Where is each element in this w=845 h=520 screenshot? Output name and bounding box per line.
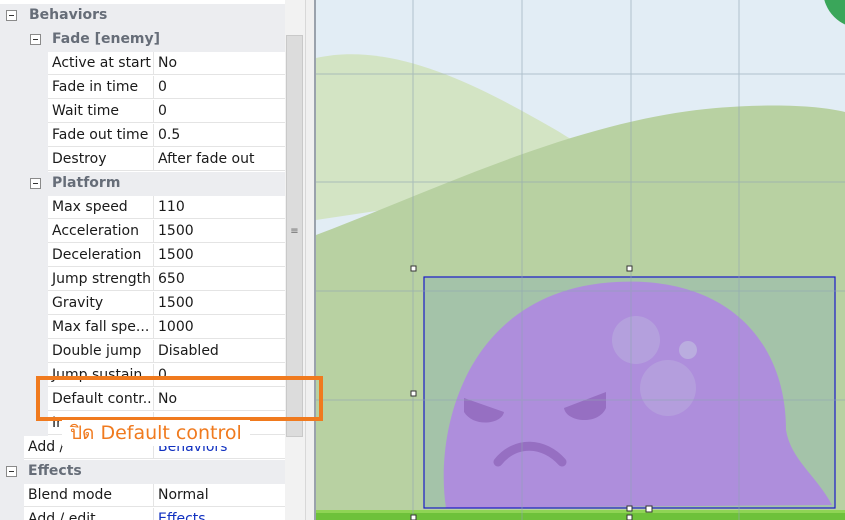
prop-name: Deceleration: [48, 244, 153, 267]
prop-value[interactable]: 0: [153, 76, 285, 99]
platform-header-label: Platform: [52, 175, 121, 191]
prop-name: Blend mode: [24, 484, 153, 507]
behaviors-header-label: Behaviors: [29, 7, 108, 23]
prop-row-max-fall-speed[interactable]: Max fall spe... 1000: [0, 316, 285, 340]
fade-header-label: Fade [enemy]: [52, 31, 161, 47]
prop-value[interactable]: 1500: [153, 292, 285, 315]
prop-value[interactable]: Disabled: [153, 340, 285, 363]
prop-value[interactable]: After fade out: [153, 148, 285, 171]
annotation-highlight: [36, 376, 323, 421]
prop-row-jump-strength[interactable]: Jump strength 650: [0, 268, 285, 292]
prop-value[interactable]: 0.5: [153, 124, 285, 147]
prop-name: Jump strength: [48, 268, 153, 291]
prop-row-destroy[interactable]: Destroy After fade out: [0, 148, 285, 172]
prop-name: Max fall spe...: [48, 316, 153, 339]
prop-row-add-edit-effects[interactable]: Add / edit Effects: [0, 508, 285, 520]
prop-name: Max speed: [48, 196, 153, 219]
prop-value[interactable]: 1000: [153, 316, 285, 339]
prop-name: Wait time: [48, 100, 153, 123]
prop-name: Acceleration: [48, 220, 153, 243]
prop-row-fade-in-time[interactable]: Fade in time 0: [0, 76, 285, 100]
grip-icon: ≡: [290, 226, 299, 237]
layout-canvas[interactable]: [316, 0, 845, 520]
collapse-icon[interactable]: [6, 10, 17, 21]
prop-value[interactable]: 650: [153, 268, 285, 291]
selection-box: [423, 276, 836, 509]
prop-value[interactable]: 1500: [153, 220, 285, 243]
prop-value[interactable]: 0: [153, 100, 285, 123]
prop-row-active-at-start[interactable]: Active at start No: [0, 52, 285, 76]
prop-row-acceleration[interactable]: Acceleration 1500: [0, 220, 285, 244]
prop-name: Fade out time: [48, 124, 153, 147]
behaviors-group-header[interactable]: Behaviors: [0, 4, 285, 28]
collapse-icon[interactable]: [30, 178, 41, 189]
platform-group-header[interactable]: Platform: [0, 172, 285, 196]
prop-value[interactable]: No: [153, 52, 285, 75]
prop-name: Fade in time: [48, 76, 153, 99]
prop-row-max-speed[interactable]: Max speed 110: [0, 196, 285, 220]
prop-row-double-jump[interactable]: Double jump Disabled: [0, 340, 285, 364]
prop-value[interactable]: Normal: [153, 484, 285, 507]
prop-value[interactable]: 110: [153, 196, 285, 219]
prop-row-wait-time[interactable]: Wait time 0: [0, 100, 285, 124]
prop-value[interactable]: 1500: [153, 244, 285, 267]
layout-scene: [316, 0, 845, 520]
collapse-icon[interactable]: [6, 466, 17, 477]
prop-row-fade-out-time[interactable]: Fade out time 0.5: [0, 124, 285, 148]
fade-group-header[interactable]: Fade [enemy]: [0, 28, 285, 52]
prop-name: Active at start: [48, 52, 153, 75]
prop-row-blend-mode[interactable]: Blend mode Normal: [0, 484, 285, 508]
prop-name: Add / edit: [24, 508, 153, 520]
prop-name: Gravity: [48, 292, 153, 315]
effects-link[interactable]: Effects: [153, 508, 285, 520]
effects-header-label: Effects: [28, 463, 82, 479]
collapse-icon[interactable]: [30, 34, 41, 45]
annotation-label: ปิด Default control: [62, 420, 250, 446]
prop-name: Destroy: [48, 148, 153, 171]
prop-row-deceleration[interactable]: Deceleration 1500: [0, 244, 285, 268]
prop-name: Double jump: [48, 340, 153, 363]
effects-group-header[interactable]: Effects: [0, 460, 285, 484]
prop-row-gravity[interactable]: Gravity 1500: [0, 292, 285, 316]
